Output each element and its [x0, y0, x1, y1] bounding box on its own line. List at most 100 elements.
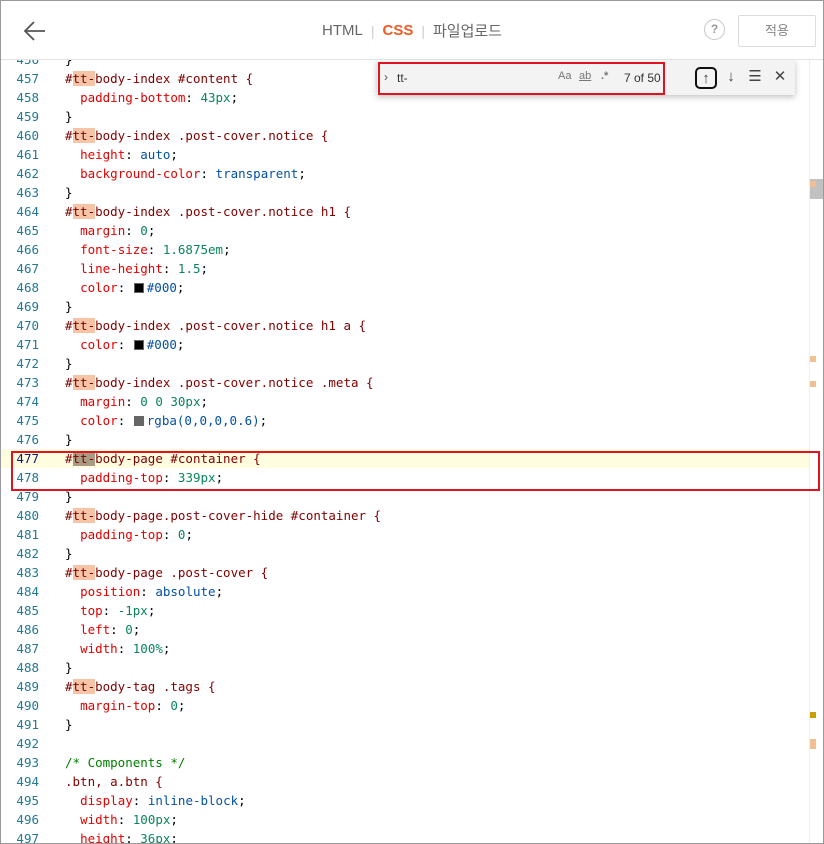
code-text: padding-top: 0;	[80, 527, 193, 542]
code-text: }	[65, 717, 73, 732]
code-line[interactable]: 464 #tt-body-index .post-cover.notice h1 …	[1, 202, 809, 221]
code-text: #tt-body-page .post-cover {	[65, 565, 269, 580]
line-number: 480	[16, 508, 39, 523]
line-number: 481	[16, 527, 39, 542]
code-line[interactable]: 486 left: 0;	[1, 620, 809, 639]
code-line[interactable]: 489 #tt-body-tag .tags {	[1, 677, 809, 696]
code-line[interactable]: 472}	[1, 354, 809, 373]
code-text: }	[65, 109, 73, 124]
line-number: 482	[16, 546, 39, 561]
code-line[interactable]: 465 margin: 0;	[1, 221, 809, 240]
line-number: 494	[16, 774, 39, 789]
code-line[interactable]: 494 .btn, a.btn {	[1, 772, 809, 791]
line-number: 493	[16, 755, 39, 770]
code-line[interactable]: 468 color: #000;	[1, 278, 809, 297]
code-text: }	[65, 546, 73, 561]
code-text: background-color: transparent;	[80, 166, 306, 181]
line-number: 496	[16, 812, 39, 827]
find-input[interactable]: tt-	[397, 68, 549, 88]
code-line[interactable]: 496 width: 100px;	[1, 810, 809, 829]
code-text: /* Components */	[65, 755, 186, 770]
line-number: 469	[16, 299, 39, 314]
code-text: #tt-body-index #content {	[65, 71, 254, 86]
scroll-match-marker	[810, 181, 816, 187]
find-in-selection-icon[interactable]: ☰	[744, 67, 766, 89]
code-line[interactable]: 473 #tt-body-index .post-cover.notice .me…	[1, 373, 809, 392]
code-line[interactable]: 497 height: 36px;	[1, 829, 809, 843]
line-number: 463	[16, 185, 39, 200]
code-text: margin: 0;	[80, 223, 156, 238]
code-text: margin-top: 0;	[80, 698, 186, 713]
code-line[interactable]: 474 margin: 0 0 30px;	[1, 392, 809, 411]
line-number: 464	[16, 204, 39, 219]
line-number: 465	[16, 223, 39, 238]
code-text: }	[65, 660, 73, 675]
whole-word-toggle[interactable]: ab	[579, 70, 591, 82]
code-line[interactable]: 488}	[1, 658, 809, 677]
code-line[interactable]: 462 background-color: transparent;	[1, 164, 809, 183]
code-line[interactable]: 466 font-size: 1.6875em;	[1, 240, 809, 259]
tab-bar: HTML | CSS | 파일업로드	[1, 1, 823, 60]
line-number: 475	[16, 413, 39, 428]
code-line[interactable]: 461 height: auto;	[1, 145, 809, 164]
line-number: 488	[16, 660, 39, 675]
match-count: 7 of 50	[624, 71, 661, 85]
code-line[interactable]: 459}	[1, 107, 809, 126]
close-icon[interactable]: ✕	[769, 67, 791, 89]
code-text: padding-bottom: 43px;	[80, 90, 239, 105]
code-line[interactable]: 470 #tt-body-index .post-cover.notice h1 …	[1, 316, 809, 335]
code-text: line-height: 1.5;	[80, 261, 209, 276]
code-line[interactable]: 492	[1, 734, 809, 753]
line-number: 468	[16, 280, 39, 295]
scroll-match-marker	[810, 381, 816, 387]
code-text: }	[65, 432, 73, 447]
line-number: 470	[16, 318, 39, 333]
code-text: height: 36px;	[80, 831, 178, 843]
code-text: #tt-body-index .post-cover.notice h1 {	[65, 204, 351, 219]
next-match-arrow-down-icon[interactable]: ↓	[720, 67, 742, 89]
previous-match-arrow-up-icon[interactable]: ↑	[695, 67, 717, 89]
tab-css[interactable]: CSS	[374, 22, 421, 39]
line-number: 462	[16, 166, 39, 181]
chevron-right-icon[interactable]: ›	[384, 70, 388, 84]
match-case-toggle[interactable]: Aa	[558, 70, 571, 82]
code-line[interactable]: 460 #tt-body-index .post-cover.notice {	[1, 126, 809, 145]
apply-button[interactable]: 적용	[738, 15, 816, 47]
code-text: #tt-body-tag .tags {	[65, 679, 216, 694]
code-line[interactable]: 485 top: -1px;	[1, 601, 809, 620]
code-line[interactable]: 487 width: 100%;	[1, 639, 809, 658]
line-number: 490	[16, 698, 39, 713]
code-line[interactable]: 493 /* Components */	[1, 753, 809, 772]
code-text: display: inline-block;	[80, 793, 246, 808]
editor-window: HTML | CSS | 파일업로드 ? 적용 456} 457 #tt-body-…	[0, 0, 824, 844]
line-number: 459	[16, 109, 39, 124]
code-text: }	[65, 356, 73, 371]
line-number: 458	[16, 90, 39, 105]
tab-file-upload[interactable]: 파일업로드	[425, 20, 510, 41]
code-line[interactable]: 481 padding-top: 0;	[1, 525, 809, 544]
line-number: 474	[16, 394, 39, 409]
line-number: 457	[16, 71, 39, 86]
scroll-current-marker	[810, 712, 816, 718]
code-line[interactable]: 480 #tt-body-page.post-cover-hide #contai…	[1, 506, 809, 525]
regex-toggle[interactable]: .*	[601, 70, 608, 82]
scroll-match-marker	[810, 356, 816, 362]
code-text: #tt-body-page.post-cover-hide #container…	[65, 508, 382, 523]
help-icon[interactable]: ?	[704, 19, 725, 40]
code-text: #tt-body-index .post-cover.notice .meta …	[65, 375, 374, 390]
code-line[interactable]: 467 line-height: 1.5;	[1, 259, 809, 278]
code-line[interactable]: 490 margin-top: 0;	[1, 696, 809, 715]
code-line[interactable]: 491}	[1, 715, 809, 734]
code-line[interactable]: 484 position: absolute;	[1, 582, 809, 601]
code-line[interactable]: 471 color: #000;	[1, 335, 809, 354]
code-line[interactable]: 483 #tt-body-page .post-cover {	[1, 563, 809, 582]
tab-html[interactable]: HTML	[314, 22, 371, 39]
code-line[interactable]: 476}	[1, 430, 809, 449]
code-line[interactable]: 469}	[1, 297, 809, 316]
code-line[interactable]: 463}	[1, 183, 809, 202]
code-line[interactable]: 475 color: rgba(0,0,0,0.6);	[1, 411, 809, 430]
code-line[interactable]: 482}	[1, 544, 809, 563]
code-line[interactable]: 495 display: inline-block;	[1, 791, 809, 810]
header: HTML | CSS | 파일업로드 ? 적용	[1, 1, 823, 60]
code-text: }	[65, 185, 73, 200]
